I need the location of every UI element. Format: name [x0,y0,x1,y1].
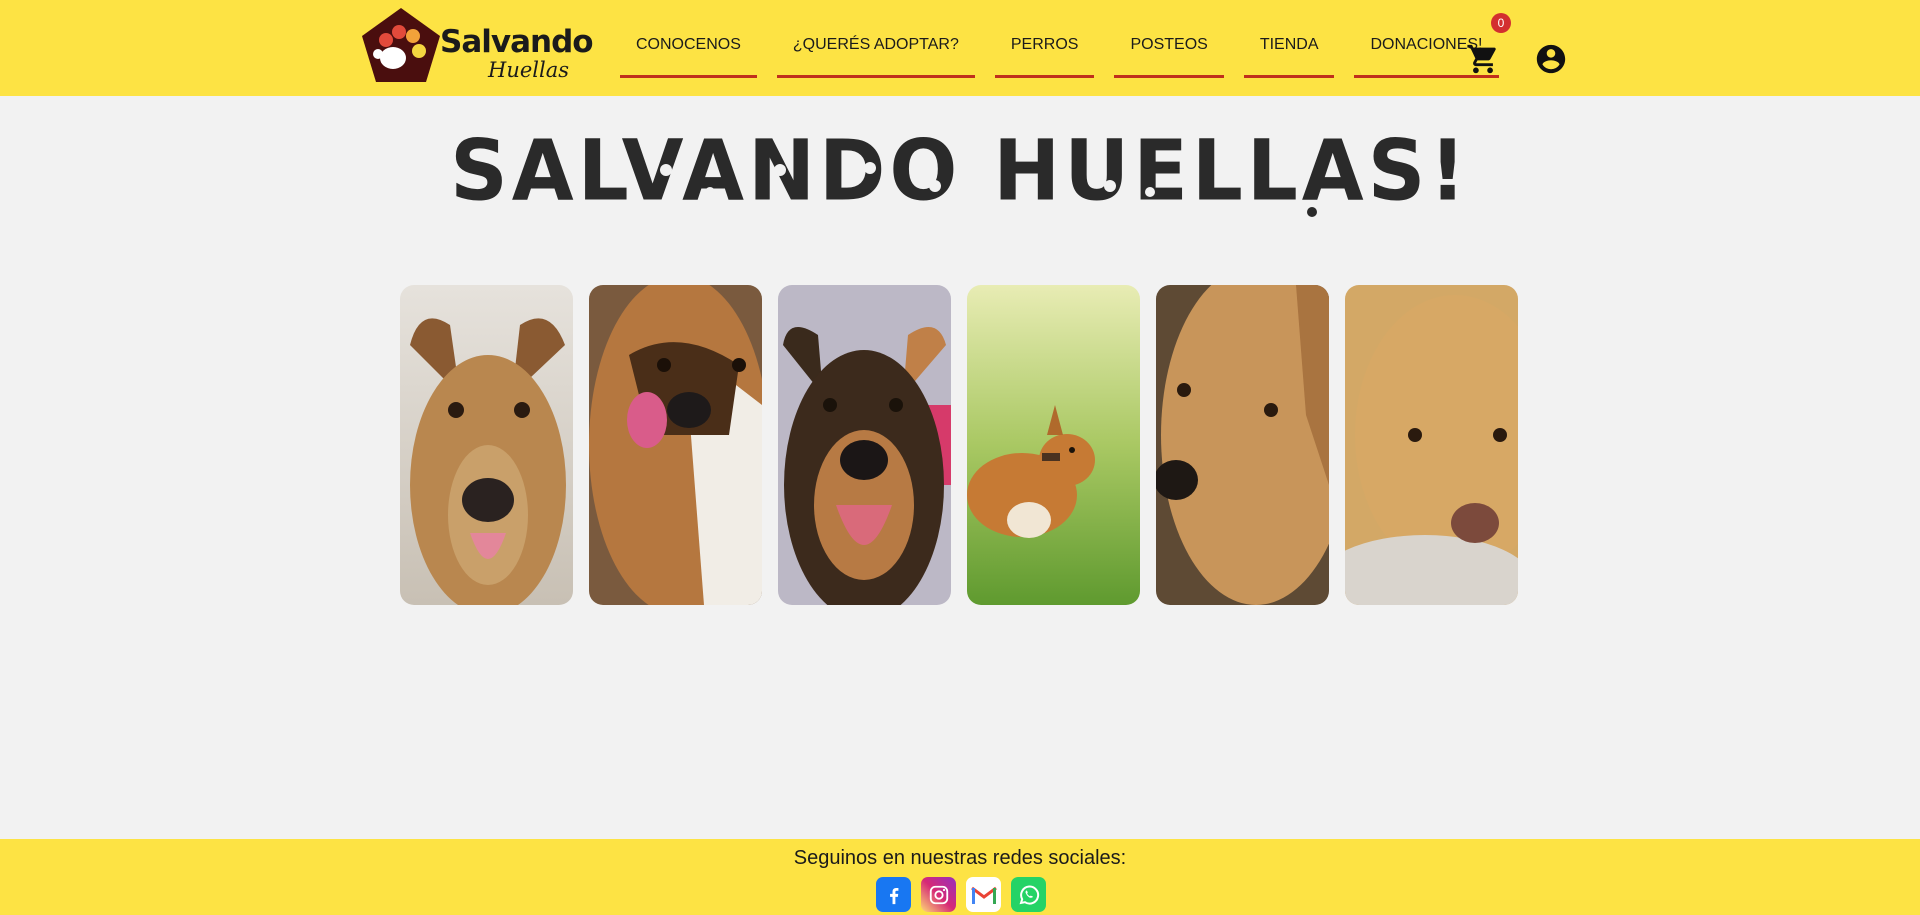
site-logo[interactable]: Salvando Huellas [360,6,594,86]
dog-gallery [400,285,1518,605]
social-links [876,877,1046,912]
nav-perros[interactable]: PERROS [994,0,1095,78]
dog-photo-6 [1345,285,1518,605]
dog-photo-card[interactable] [778,285,951,605]
dog-photo-5 [1156,285,1329,605]
dog-photo-3 [778,285,951,605]
site-footer: Seguinos en nuestras redes sociales: [0,839,1920,915]
account-circle-icon[interactable] [1534,42,1568,76]
logo-text-secondary: Huellas [488,58,569,82]
dog-photo-card[interactable] [967,285,1140,605]
dog-photo-1 [400,285,573,605]
dog-photo-card[interactable] [400,285,573,605]
paw-house-icon [362,8,440,82]
dog-photo-2 [589,285,762,605]
dog-photo-4 [967,285,1140,605]
instagram-icon[interactable] [921,877,956,912]
nav-tienda[interactable]: TIENDA [1243,0,1335,78]
facebook-icon[interactable] [876,877,911,912]
dog-photo-card[interactable] [1345,285,1518,605]
nav-queres-adoptar[interactable]: ¿QUERÉS ADOPTAR? [776,0,975,78]
page-title: SALVANDO HUELLAS! [450,121,1470,220]
dog-photo-card[interactable] [589,285,762,605]
gmail-icon[interactable] [966,877,1001,912]
main-nav: CONOCENOS ¿QUERÉS ADOPTAR? PERROS POSTEO… [620,0,1499,96]
nav-posteos[interactable]: POSTEOS [1114,0,1224,78]
logo-text-primary: Salvando [440,24,594,60]
footer-title: Seguinos en nuestras redes sociales: [793,847,1127,869]
whatsapp-icon[interactable] [1011,877,1046,912]
nav-conocenos[interactable]: CONOCENOS [620,0,757,78]
site-header: Salvando Huellas CONOCENOS ¿QUERÉS ADOPT… [0,0,1920,96]
shopping-cart-icon[interactable] [1466,42,1500,76]
dog-photo-card[interactable] [1156,285,1329,605]
cart-count-badge: 0 [1491,13,1511,33]
